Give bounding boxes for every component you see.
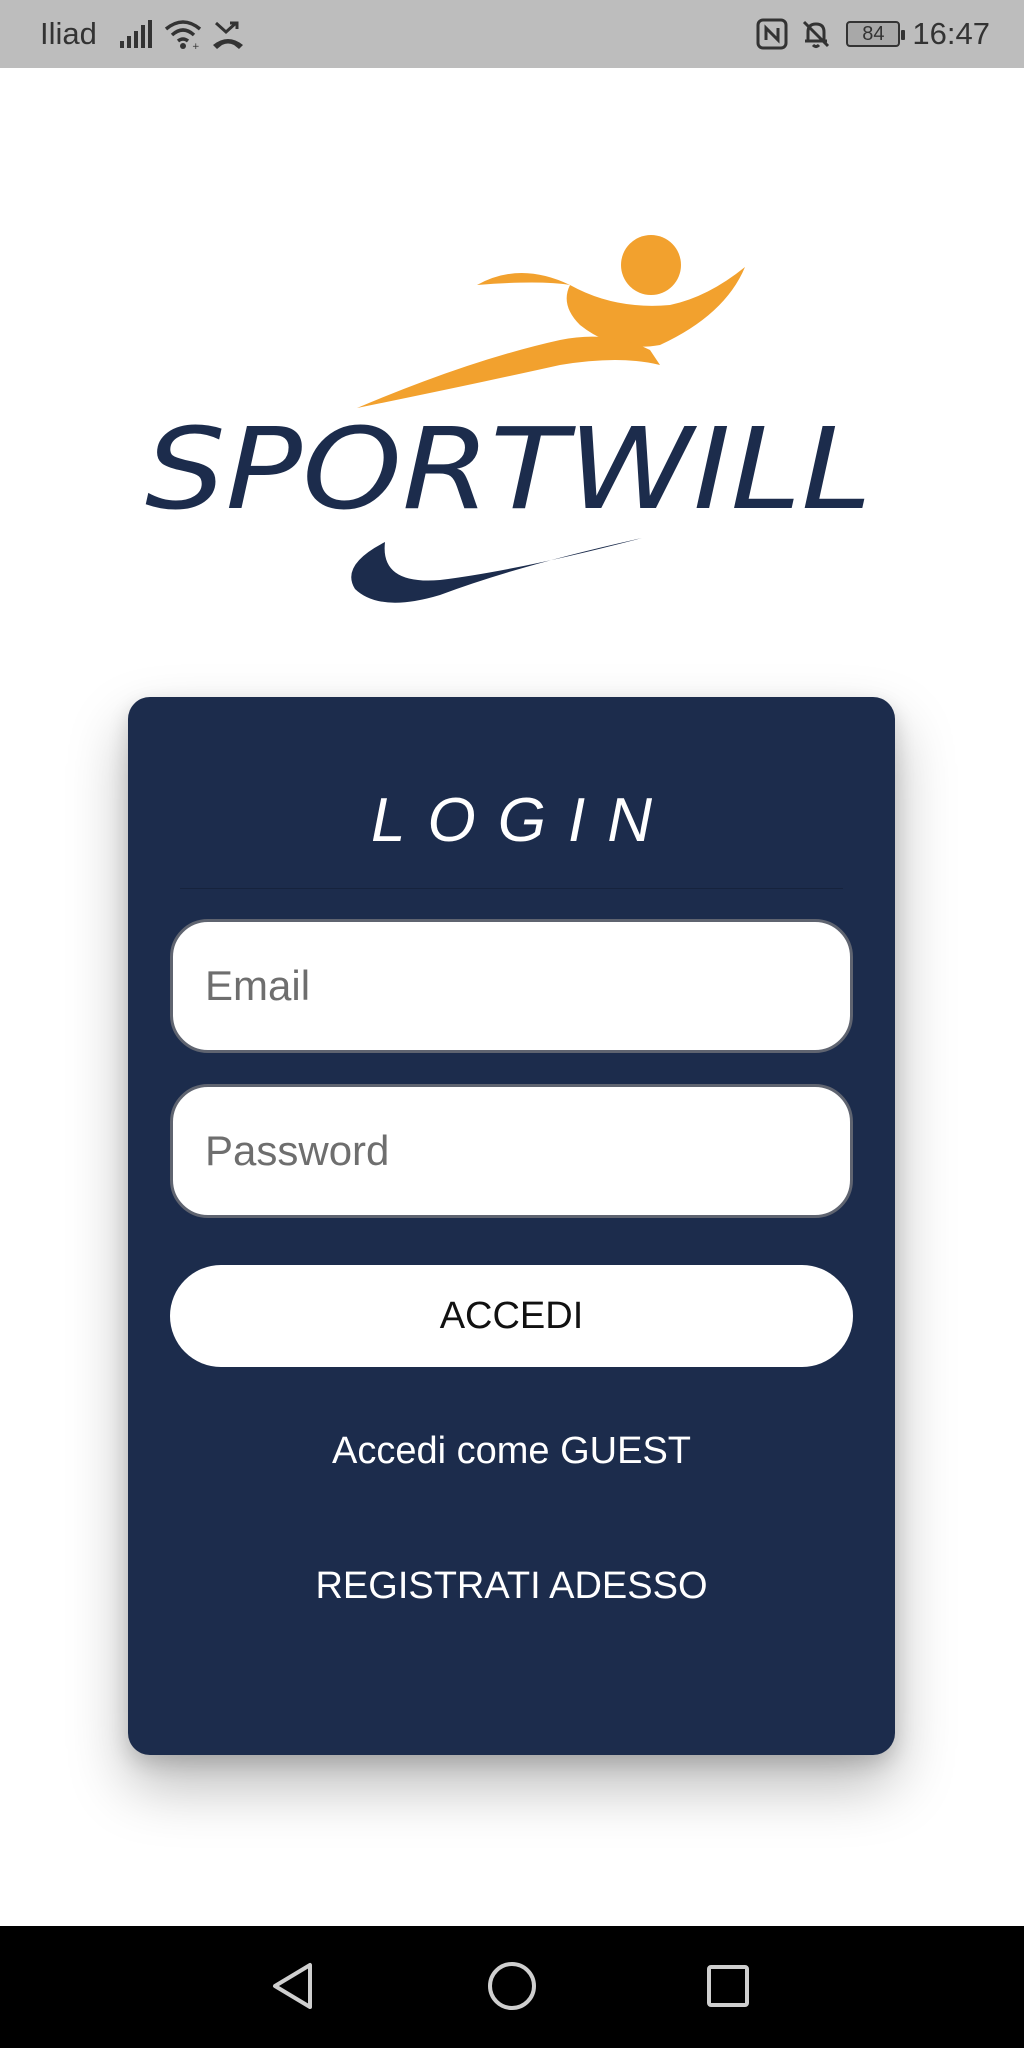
recent-apps-icon[interactable] bbox=[698, 1956, 758, 2016]
email-field[interactable] bbox=[170, 919, 853, 1053]
signal-icon bbox=[119, 19, 155, 49]
status-left: Iliad + bbox=[40, 0, 253, 68]
battery-icon: 84 bbox=[846, 21, 906, 47]
svg-text:+: + bbox=[192, 42, 200, 50]
carrier-name: Iliad bbox=[40, 16, 97, 51]
login-card: LOGIN ACCEDI Accedi come GUEST REGISTRAT… bbox=[128, 697, 895, 1755]
nfc-icon bbox=[756, 18, 788, 50]
login-title: LOGIN bbox=[371, 786, 674, 855]
password-field[interactable] bbox=[170, 1084, 853, 1218]
battery-level: 84 bbox=[862, 22, 885, 45]
bell-off-icon bbox=[800, 18, 832, 50]
sportwill-logo: SPORTWILL bbox=[140, 225, 880, 620]
home-icon[interactable] bbox=[482, 1956, 542, 2016]
clock: 16:47 bbox=[912, 16, 990, 51]
status-bar: Iliad + 84 16:47 bbox=[0, 0, 1024, 68]
divider bbox=[180, 888, 843, 889]
navigation-bar bbox=[0, 1926, 1024, 2048]
logo-wordmark: SPORTWILL bbox=[145, 405, 872, 535]
register-link[interactable]: REGISTRATI ADESSO bbox=[128, 1565, 895, 1608]
wifi-icon: + bbox=[163, 18, 203, 50]
guest-login-link[interactable]: Accedi come GUEST bbox=[128, 1430, 895, 1473]
status-right: 84 16:47 bbox=[744, 0, 990, 68]
login-button[interactable]: ACCEDI bbox=[170, 1265, 853, 1367]
back-icon[interactable] bbox=[263, 1956, 323, 2016]
runner-head-icon bbox=[621, 235, 681, 295]
missed-call-icon bbox=[211, 18, 245, 50]
